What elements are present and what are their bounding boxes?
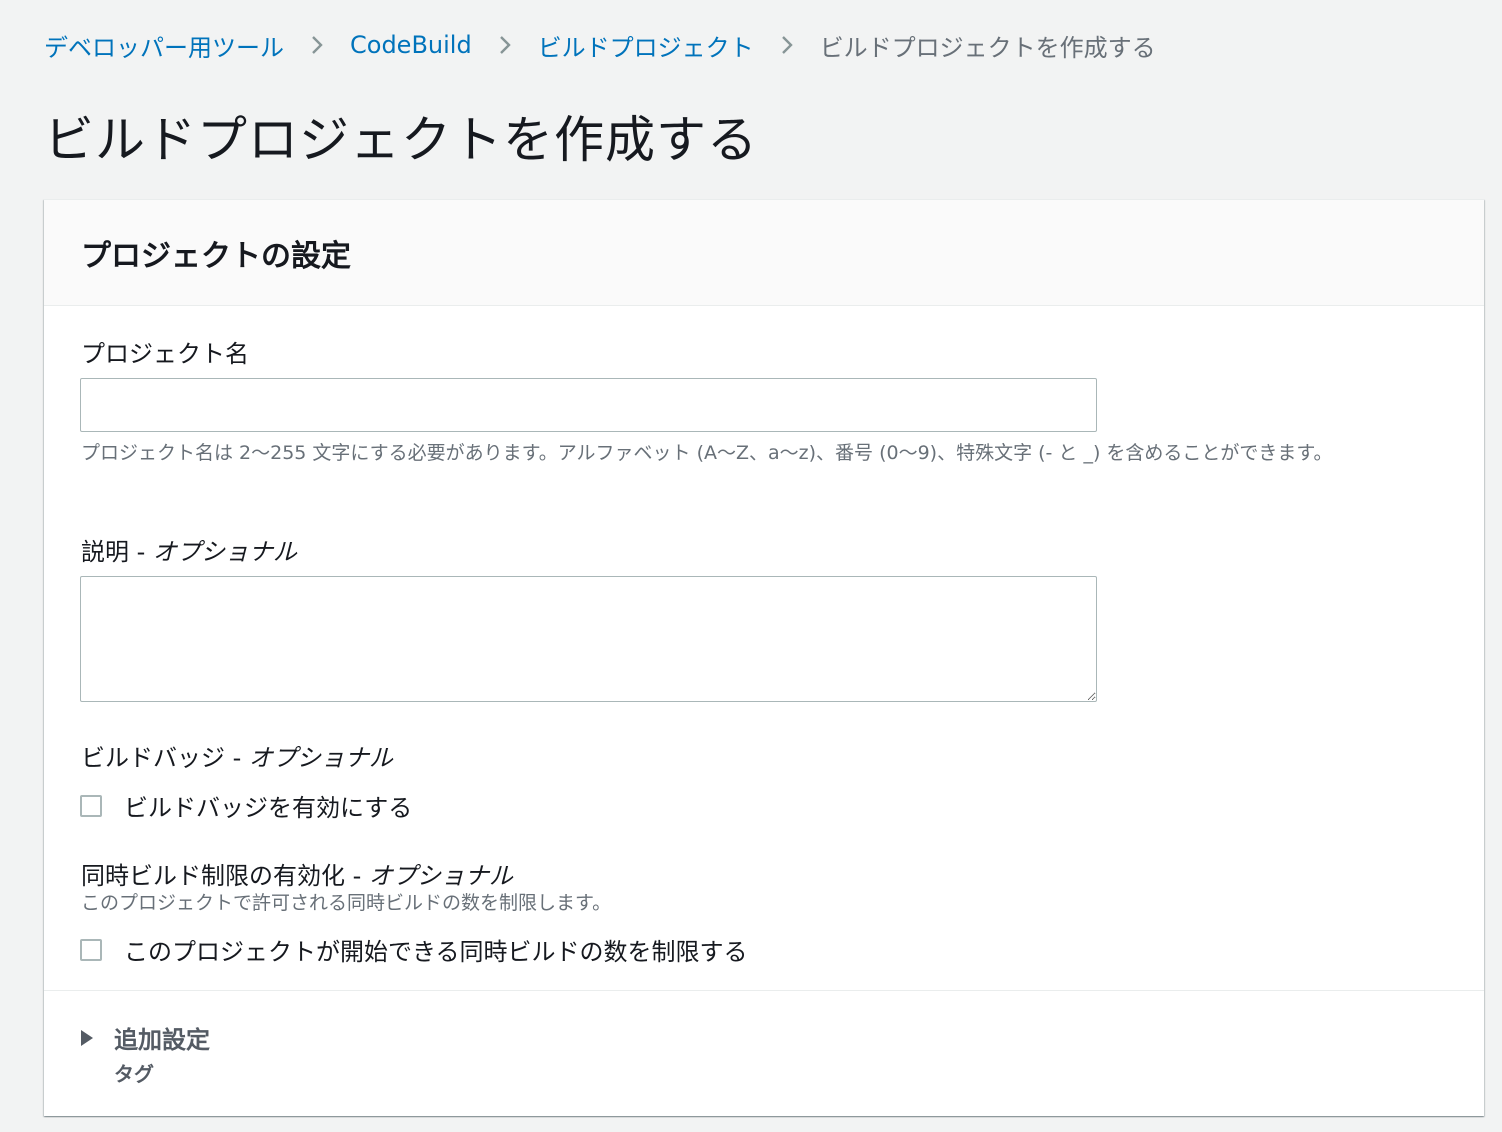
build-badge-checkbox[interactable] [80, 794, 102, 817]
breadcrumb: デベロッパー用ツール CodeBuild ビルドプロジェクト ビルドプロジェクト… [44, 26, 1156, 64]
caret-right-icon [81, 1029, 93, 1046]
breadcrumb-build-projects[interactable]: ビルドプロジェクト [538, 28, 754, 63]
build-badge-label-text: ビルドバッジ - [81, 744, 249, 772]
breadcrumb-current: ビルドプロジェクトを作成する [819, 33, 1156, 62]
concurrent-build-limit-checkbox-row[interactable]: このプロジェクトが開始できる同時ビルドの数を制限する [80, 932, 748, 967]
description-label: 説明 - オプショナル [81, 532, 297, 567]
concurrent-build-limit-label-text: 同時ビルド制限の有効化 - [81, 862, 369, 890]
description-label-text: 説明 - [81, 538, 153, 566]
additional-settings-sublabel: タグ [114, 1062, 154, 1086]
breadcrumb-developer-tools[interactable]: デベロッパー用ツール [44, 28, 284, 63]
build-badge-checkbox-label[interactable]: ビルドバッジを有効にする [124, 788, 412, 823]
additional-settings-label[interactable]: 追加設定 [114, 1020, 210, 1055]
description-textarea[interactable] [80, 576, 1097, 702]
breadcrumb-codebuild[interactable]: CodeBuild [350, 31, 472, 59]
optional-tag: オプショナル [248, 744, 393, 772]
chevron-right-icon [754, 34, 820, 56]
panel-header: プロジェクトの設定 [44, 200, 1484, 306]
optional-tag: オプショナル [152, 538, 297, 566]
optional-tag: オプショナル [368, 862, 513, 890]
concurrent-build-limit-label: 同時ビルド制限の有効化 - オプショナル [81, 856, 513, 891]
panel-title: プロジェクトの設定 [81, 238, 351, 274]
project-name-hint: プロジェクト名は 2〜255 文字にする必要があります。アルファベット (A〜Z… [81, 442, 1333, 464]
page-title: ビルドプロジェクトを作成する [44, 111, 758, 169]
concurrent-build-limit-checkbox[interactable] [80, 938, 102, 961]
chevron-right-icon [284, 34, 350, 56]
project-name-input[interactable] [80, 378, 1097, 432]
build-badge-checkbox-row[interactable]: ビルドバッジを有効にする [80, 788, 412, 823]
concurrent-build-limit-hint: このプロジェクトで許可される同時ビルドの数を制限します。 [81, 892, 612, 914]
concurrent-build-limit-checkbox-label[interactable]: このプロジェクトが開始できる同時ビルドの数を制限する [124, 932, 748, 967]
project-settings-panel: プロジェクトの設定 プロジェクト名 プロジェクト名は 2〜255 文字にする必要… [44, 199, 1484, 1116]
chevron-right-icon [472, 34, 538, 56]
section-divider [44, 990, 1484, 991]
build-badge-label: ビルドバッジ - オプショナル [81, 738, 393, 773]
project-name-label: プロジェクト名 [81, 340, 249, 368]
additional-settings-expander[interactable]: 追加設定 [81, 1020, 210, 1055]
